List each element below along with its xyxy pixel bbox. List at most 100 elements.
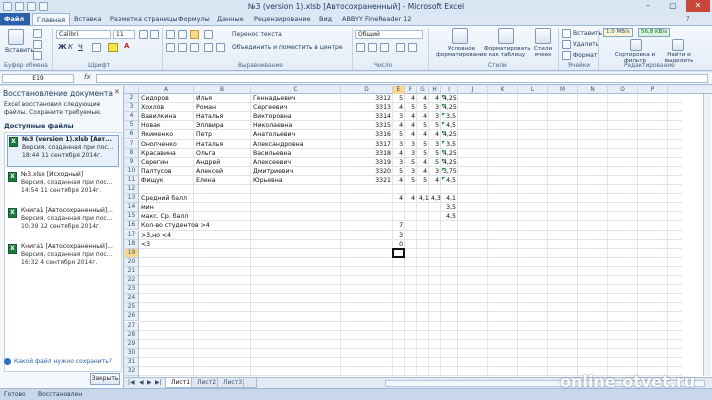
increase-decimal-icon[interactable] bbox=[396, 43, 405, 52]
cell-grade-h[interactable]: 5 bbox=[431, 150, 439, 158]
align-right-icon[interactable] bbox=[190, 43, 199, 52]
cell-patronymic[interactable]: Юрьевна bbox=[253, 177, 339, 185]
cell-avg-f[interactable]: 4 bbox=[407, 195, 415, 203]
cell-first-name[interactable]: Наталья bbox=[196, 113, 249, 121]
cell-patronymic[interactable]: Анатольевич bbox=[253, 131, 339, 139]
cell-last-name[interactable]: Вавилкина bbox=[141, 113, 192, 121]
cell-first-name[interactable]: Петр bbox=[196, 131, 249, 139]
row-header-7[interactable]: 7 bbox=[125, 139, 139, 149]
align-middle-icon[interactable] bbox=[178, 30, 187, 39]
cell-grade-g[interactable]: 5 bbox=[419, 141, 427, 149]
font-color-icon[interactable]: A bbox=[124, 42, 129, 50]
cell-grade-e[interactable]: 5 bbox=[395, 168, 403, 176]
cell-grade-e[interactable]: 4 bbox=[395, 150, 403, 158]
tab-review[interactable]: Рецензирование bbox=[250, 13, 315, 25]
cell-last-name[interactable]: Якименко bbox=[141, 131, 192, 139]
cell-grade-f[interactable]: 5 bbox=[407, 104, 415, 112]
column-header-m[interactable]: M bbox=[548, 86, 578, 94]
cell-count-gt4-label[interactable]: Кол-во студентов >4 bbox=[141, 222, 249, 230]
cell-first-name[interactable]: Роман bbox=[196, 104, 249, 112]
cell-last-name[interactable]: Палтусов bbox=[141, 168, 192, 176]
copy-icon[interactable] bbox=[33, 40, 42, 49]
cell-grade-e[interactable]: 3 bbox=[395, 113, 403, 121]
cell-patronymic[interactable]: Дмитриевич bbox=[253, 168, 339, 176]
row-header-10[interactable]: 10 bbox=[125, 166, 139, 176]
column-header-i[interactable]: I bbox=[441, 86, 458, 94]
cell-grade-h[interactable]: 3 bbox=[431, 168, 439, 176]
decrease-font-icon[interactable] bbox=[150, 30, 159, 39]
decrease-indent-icon[interactable] bbox=[204, 43, 213, 52]
cell-grade-g[interactable]: 4 bbox=[419, 113, 427, 121]
cell-group[interactable]: 3316 bbox=[343, 131, 391, 139]
cell-count-3-4[interactable]: 3 bbox=[395, 232, 403, 240]
prev-sheet-icon[interactable]: ◀ bbox=[139, 379, 144, 386]
row-header-17[interactable]: 17 bbox=[125, 230, 139, 240]
cell-grade-h[interactable]: 4 bbox=[431, 177, 439, 185]
paste-button[interactable]: Вставить bbox=[5, 47, 34, 54]
row-header-15[interactable]: 15 bbox=[125, 212, 139, 222]
row-header-2[interactable]: 2 bbox=[125, 94, 139, 104]
tab-file[interactable]: Файл bbox=[0, 13, 30, 25]
cell-grade-f[interactable]: 3 bbox=[407, 141, 415, 149]
conditional-format-icon[interactable] bbox=[452, 28, 468, 44]
cell-grade-h[interactable]: 5 bbox=[431, 122, 439, 130]
align-top-icon[interactable] bbox=[166, 30, 175, 39]
row-header-29[interactable]: 29 bbox=[125, 339, 139, 349]
cell-last-name[interactable]: Фищук bbox=[141, 177, 192, 185]
cell-styles-button[interactable]: Стили ячеек bbox=[531, 46, 555, 58]
formula-input[interactable] bbox=[96, 74, 708, 83]
spreadsheet-grid[interactable]: ABCDEFGHIJKLMNOP 2 3 4 5 6 7 8 9 10 11 12 13 14 15 16 1… bbox=[125, 86, 712, 377]
row-header-23[interactable]: 23 bbox=[125, 285, 139, 295]
currency-icon[interactable] bbox=[356, 43, 365, 52]
format-painter-icon[interactable] bbox=[33, 51, 42, 60]
cell-last-name[interactable]: Серегин bbox=[141, 159, 192, 167]
sort-filter-icon[interactable] bbox=[630, 39, 642, 51]
cell-avg-g[interactable]: 4,1 bbox=[419, 195, 429, 203]
cell-grade-f[interactable]: 5 bbox=[407, 159, 415, 167]
cell-grade-h[interactable]: 5 bbox=[431, 159, 439, 167]
row-header-16[interactable]: 16 bbox=[125, 221, 139, 231]
increase-font-icon[interactable] bbox=[139, 30, 148, 39]
cell-first-name[interactable]: Илья bbox=[196, 95, 249, 103]
row-header-25[interactable]: 25 bbox=[125, 303, 139, 313]
name-box[interactable]: E19 bbox=[2, 74, 74, 83]
active-cell-cursor[interactable] bbox=[392, 247, 405, 258]
insert-function-icon[interactable]: fx bbox=[84, 73, 91, 81]
cell-first-name[interactable]: Ольга bbox=[196, 150, 249, 158]
cell-grade-f[interactable]: 3 bbox=[407, 168, 415, 176]
cell-group[interactable]: 3319 bbox=[343, 159, 391, 167]
paste-icon[interactable] bbox=[8, 29, 24, 45]
format-cells-icon[interactable] bbox=[562, 51, 571, 60]
cell-avg-label[interactable]: Средний балл bbox=[141, 195, 249, 203]
column-header-l[interactable]: L bbox=[518, 86, 548, 94]
close-pane-icon[interactable]: ✕ bbox=[114, 88, 120, 96]
cell-patronymic[interactable]: Геннадьевич bbox=[253, 95, 339, 103]
cell-grade-e[interactable]: 3 bbox=[395, 159, 403, 167]
column-header-n[interactable]: N bbox=[578, 86, 608, 94]
cell-grade-g[interactable]: 4 bbox=[419, 159, 427, 167]
cell-grade-f[interactable]: 4 bbox=[407, 113, 415, 121]
cell-last-name[interactable]: Новак bbox=[141, 122, 192, 130]
cell-patronymic[interactable]: Викторовна bbox=[253, 113, 339, 121]
cell-grade-f[interactable]: 4 bbox=[407, 122, 415, 130]
cell-grade-f[interactable]: 4 bbox=[407, 95, 415, 103]
column-header-c[interactable]: C bbox=[251, 86, 341, 94]
row-header-12[interactable]: 12 bbox=[125, 185, 139, 195]
tab-view[interactable]: Вид bbox=[315, 13, 336, 25]
cell-max-value[interactable]: 4,5 bbox=[443, 213, 456, 221]
cell-first-name[interactable]: Елена bbox=[196, 177, 249, 185]
cell-last-name[interactable]: Хохлов bbox=[141, 104, 192, 112]
next-sheet-icon[interactable]: ▶ bbox=[147, 379, 152, 386]
cell-grade-h[interactable]: 4 bbox=[431, 95, 439, 103]
maximize-button[interactable]: ▢ bbox=[661, 0, 685, 12]
cell-group[interactable]: 3313 bbox=[343, 104, 391, 112]
align-left-icon[interactable] bbox=[166, 43, 175, 52]
cell-grade-f[interactable]: 4 bbox=[407, 131, 415, 139]
row-header-11[interactable]: 11 bbox=[125, 175, 139, 185]
row-header-22[interactable]: 22 bbox=[125, 276, 139, 286]
cell-patronymic[interactable]: Николаевна bbox=[253, 122, 339, 130]
column-header-p[interactable]: P bbox=[638, 86, 668, 94]
cell-last-name[interactable]: Красавина bbox=[141, 150, 192, 158]
row-header-28[interactable]: 28 bbox=[125, 330, 139, 340]
cell-count-3-4-label[interactable]: >3,но <4 bbox=[141, 232, 192, 240]
